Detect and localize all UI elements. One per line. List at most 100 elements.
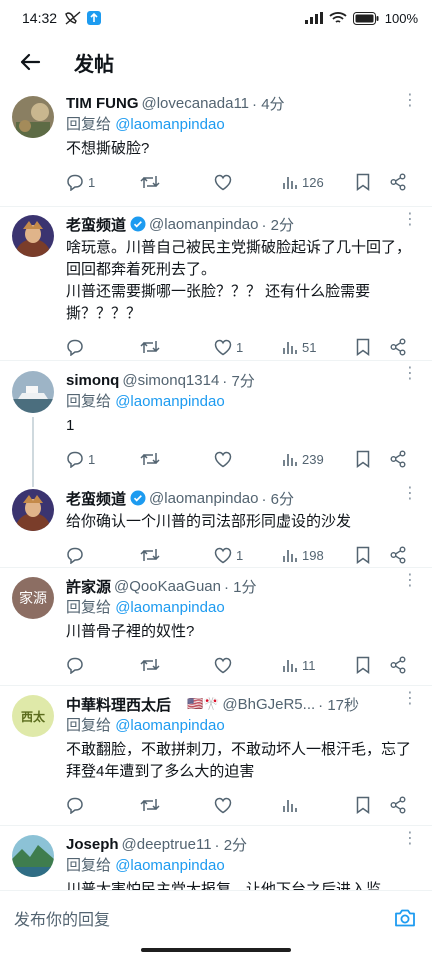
reply-to-mention[interactable]: @laomanpindao xyxy=(115,599,224,616)
like-count: 1 xyxy=(236,339,244,355)
reply-to-mention[interactable]: @laomanpindao xyxy=(115,116,224,133)
author-name[interactable]: 中華料理西太后 xyxy=(66,694,171,715)
tweet-simonq[interactable]: ⋮ simonq @simonq1314 · 7分 回复给 @laomanpin… xyxy=(0,361,432,487)
views-button[interactable]: 198 xyxy=(282,547,356,563)
reply-button[interactable] xyxy=(66,546,140,564)
tweet-deeptrue11[interactable]: ⋮ Joseph @deeptrue11 · 2分 回复给 @laomanpin… xyxy=(0,826,432,890)
author-handle[interactable]: @deeptrue11 xyxy=(122,836,212,853)
avatar[interactable]: 家源 xyxy=(12,577,54,619)
reply-to-label: 回复给 xyxy=(66,393,112,410)
heart-icon xyxy=(214,339,232,355)
more-options-icon[interactable]: ⋮ xyxy=(402,212,418,228)
author-handle[interactable]: @QooKaaGuan xyxy=(114,578,221,595)
more-options-icon[interactable]: ⋮ xyxy=(402,486,418,502)
author-name[interactable]: simonq xyxy=(66,372,119,389)
like-button[interactable] xyxy=(214,657,282,674)
tweet-text: 不想撕破脸? xyxy=(66,140,150,157)
author-name[interactable]: 老蛮频道 xyxy=(66,488,126,509)
views-button[interactable]: 239 xyxy=(282,451,356,467)
author-name[interactable]: 老蛮频道 xyxy=(66,214,126,235)
bookmark-button[interactable] xyxy=(356,656,390,674)
more-options-icon[interactable]: ⋮ xyxy=(402,366,418,382)
more-options-icon[interactable]: ⋮ xyxy=(402,831,418,847)
battery-level: 100% xyxy=(384,10,418,26)
author-handle[interactable]: @lovecanada11 xyxy=(142,95,250,112)
verified-badge-icon xyxy=(130,490,146,506)
avatar[interactable] xyxy=(12,835,54,877)
flag-emoji: 🇺🇸🎌 xyxy=(187,696,220,711)
share-button[interactable] xyxy=(390,450,412,468)
author-name[interactable]: Joseph xyxy=(66,836,119,853)
share-button[interactable] xyxy=(390,656,412,674)
bookmark-icon xyxy=(356,173,370,191)
views-button[interactable]: 11 xyxy=(282,657,356,673)
reply-button[interactable]: 1 xyxy=(66,450,140,468)
tweet-tim-fung[interactable]: ⋮ TIM FUNG @lovecanada11 · 4分 回复给 @laoma… xyxy=(0,88,432,206)
repost-button[interactable] xyxy=(140,656,214,674)
bookmark-button[interactable] xyxy=(356,796,390,814)
author-handle[interactable]: @simonq1314 xyxy=(122,372,219,389)
share-button[interactable] xyxy=(390,796,412,814)
share-button[interactable] xyxy=(390,338,412,356)
more-options-icon[interactable]: ⋮ xyxy=(402,93,418,109)
bookmark-button[interactable] xyxy=(356,450,390,468)
bookmark-icon xyxy=(356,796,370,814)
reply-input[interactable]: 发布你的回复 xyxy=(14,906,392,930)
author-handle[interactable]: @laomanpindao xyxy=(149,216,258,233)
like-button[interactable] xyxy=(214,451,282,468)
author-name[interactable]: 許家源 xyxy=(66,576,111,597)
avatar[interactable] xyxy=(12,489,54,531)
reply-button[interactable] xyxy=(66,796,140,814)
like-button[interactable]: 1 xyxy=(214,339,282,356)
bookmark-button[interactable] xyxy=(356,338,390,356)
tweet-bhgjer5[interactable]: 西太 ⋮ 中華料理西太后 🇺🇸🎌 @BhGJeR5... · 17秒 回复给 @… xyxy=(0,686,432,825)
views-button[interactable]: 126 xyxy=(282,174,356,190)
bookmark-button[interactable] xyxy=(356,546,390,564)
share-icon xyxy=(390,173,406,191)
reply-to-mention[interactable]: @laomanpindao xyxy=(115,393,224,410)
repost-button[interactable] xyxy=(140,546,214,564)
back-button[interactable] xyxy=(2,36,58,88)
status-time: 14:32 xyxy=(22,10,58,26)
author-name[interactable]: TIM FUNG xyxy=(66,95,139,112)
camera-button[interactable] xyxy=(392,905,418,931)
like-button[interactable] xyxy=(214,797,282,814)
reply-to-mention[interactable]: @laomanpindao xyxy=(115,857,224,874)
share-icon xyxy=(390,656,406,674)
avatar[interactable]: 西太 xyxy=(12,695,54,737)
tweet-laomanpindao[interactable]: ⋮ 老蛮频道 @laomanpindao · 2分 啥玩意。川普自己被民主党撕破… xyxy=(0,207,432,360)
more-options-icon[interactable]: ⋮ xyxy=(402,691,418,707)
bar-chart-icon xyxy=(283,550,297,562)
battery-icon xyxy=(352,11,379,25)
reply-button[interactable] xyxy=(66,338,140,356)
more-options-icon[interactable]: ⋮ xyxy=(402,573,418,589)
reply-button[interactable] xyxy=(66,656,140,674)
tweet-laomanpindao-2[interactable]: ⋮ 老蛮频道 @laomanpindao · 6分 给你确认一个川普的司法部形同… xyxy=(0,486,432,567)
avatar[interactable] xyxy=(12,96,54,138)
repost-button[interactable] xyxy=(140,796,214,814)
views-button[interactable] xyxy=(282,797,356,813)
reply-icon xyxy=(67,547,83,564)
reply-button[interactable]: 1 xyxy=(66,173,140,191)
share-button[interactable] xyxy=(390,173,412,191)
repost-button[interactable] xyxy=(140,450,214,468)
tweet-time: · 2分 xyxy=(261,216,294,234)
tweet-qookaaguan[interactable]: 家源 ⋮ 許家源 @QooKaaGuan · 1分 回复给 @laomanpin… xyxy=(0,568,432,685)
repost-button[interactable] xyxy=(140,338,214,356)
repost-button[interactable] xyxy=(140,173,214,191)
like-button[interactable] xyxy=(214,174,282,191)
avatar[interactable] xyxy=(12,215,54,257)
gesture-nav-handle[interactable] xyxy=(141,948,291,952)
like-button[interactable]: 1 xyxy=(214,547,282,564)
arrow-left-icon xyxy=(20,53,41,71)
views-button[interactable]: 51 xyxy=(282,339,356,355)
reply-to-mention[interactable]: @laomanpindao xyxy=(115,717,224,734)
bar-chart-icon xyxy=(283,800,297,812)
author-handle[interactable]: @BhGJeR5... xyxy=(222,696,315,713)
share-button[interactable] xyxy=(390,546,412,564)
author-handle[interactable]: @laomanpindao xyxy=(149,490,258,507)
bookmark-button[interactable] xyxy=(356,173,390,191)
reply-feed[interactable]: ⋮ TIM FUNG @lovecanada11 · 4分 回复给 @laoma… xyxy=(0,88,432,890)
reply-count: 1 xyxy=(88,174,96,190)
avatar[interactable] xyxy=(12,371,54,413)
